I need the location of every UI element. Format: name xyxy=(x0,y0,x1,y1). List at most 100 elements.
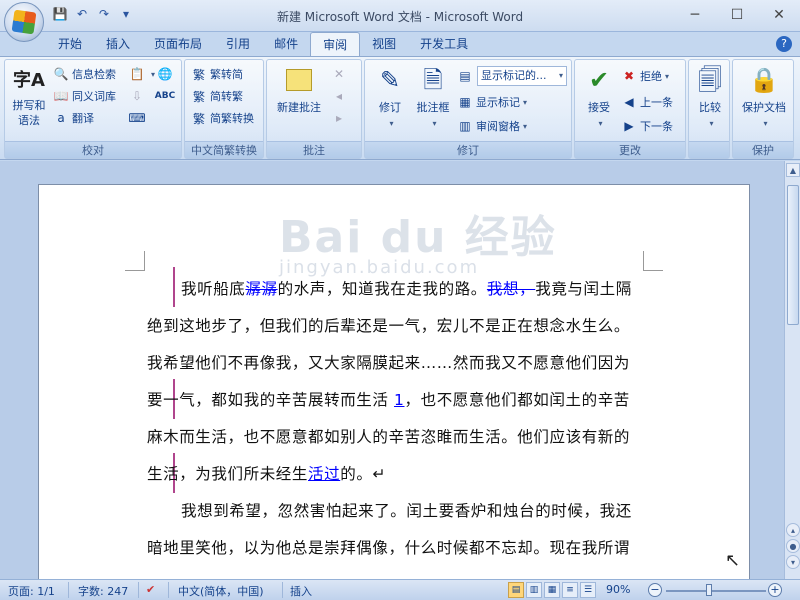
page-indicator[interactable]: 页面: 1/1 xyxy=(8,583,55,599)
group-comments: 新建批注 ✕ ◂ ▸ 批注 xyxy=(266,59,362,159)
track-changes-dropdown-icon[interactable]: ▾ xyxy=(389,116,393,131)
text-run: 的。↵ xyxy=(340,465,387,483)
word-count-button[interactable]: ABC xyxy=(155,86,176,106)
draft-view-icon[interactable]: ☰ xyxy=(580,582,596,598)
print-layout-view-icon[interactable]: ▤ xyxy=(508,582,524,598)
compare-icon: 🗐 xyxy=(698,65,722,94)
lock-icon: 🔒 xyxy=(749,65,779,94)
text-run: 麻木而生活，也不愿意都如别人的辛苦恣睢而生活。他们应该有新的 xyxy=(147,428,631,446)
web-layout-icon[interactable]: ▦ xyxy=(544,582,560,598)
text-run: 我听船底 xyxy=(181,280,246,298)
word-count-disabled-icon: ⇩ xyxy=(131,89,143,103)
reject-button[interactable]: ✖ 拒绝 ▾ xyxy=(621,66,669,86)
previous-comment-icon: ◂ xyxy=(335,89,343,103)
scroll-up-button[interactable]: ▲ xyxy=(786,163,800,177)
close-button[interactable]: ✕ xyxy=(758,0,800,30)
group-chinese-conversion: 繁繁转简 繁简转繁 繁简繁转换 中文简繁转换 xyxy=(184,59,264,159)
proofing-status-icon[interactable]: ✔ xyxy=(146,583,155,596)
text-run: 的水声，知道我在走我的路。 xyxy=(277,280,487,298)
track-changes-icon: ✎ xyxy=(379,65,401,94)
office-button[interactable] xyxy=(4,2,44,42)
zoom-slider-thumb[interactable] xyxy=(706,584,712,596)
tab-references[interactable]: 引用 xyxy=(214,32,262,56)
previous-page-button[interactable]: ▴ xyxy=(786,523,800,537)
help-icon[interactable]: ? xyxy=(776,36,792,52)
show-markup-button[interactable]: ▦ 显示标记 ▾ xyxy=(457,92,527,112)
document-page[interactable]: Bai du 经验 jingyan.baidu.com 我听船底潺潺的水声，知道… xyxy=(38,184,750,579)
accept-dropdown-icon[interactable]: ▾ xyxy=(598,116,602,131)
document-line[interactable]: 绝到这地步了，但我们的后辈还是一气，宏儿不是正在想念水生么。 xyxy=(147,314,630,336)
tab-view[interactable]: 视图 xyxy=(360,32,408,56)
research-button[interactable]: 🔍 信息检索 xyxy=(53,64,116,84)
status-separator xyxy=(168,582,169,598)
next-change-button[interactable]: ▶ 下一条 xyxy=(621,116,673,136)
title-bar: 💾 ↶ ↷ ▾ 新建 Microsoft Word 文档 - Microsoft… xyxy=(0,0,800,32)
accept-button[interactable]: ✔ 接受 ▾ xyxy=(579,64,619,131)
tab-page-layout[interactable]: 页面布局 xyxy=(142,32,214,56)
compare-button[interactable]: 🗐 比较 ▾ xyxy=(691,64,729,131)
previous-change-button[interactable]: ◀ 上一条 xyxy=(621,92,673,112)
reviewing-pane-icon: ▥ xyxy=(459,119,471,133)
full-screen-reading-icon[interactable]: ▥ xyxy=(526,582,542,598)
thesaurus-button[interactable]: 📖 同义词库 xyxy=(53,86,116,106)
vertical-scrollbar[interactable]: ▲ ▴ ● ▾ xyxy=(784,161,800,579)
traditional-to-simplified-button[interactable]: 繁繁转简 xyxy=(191,64,243,84)
translation-screentip-button[interactable]: 📋 ▾ xyxy=(129,64,156,84)
scroll-thumb[interactable] xyxy=(787,185,799,325)
status-separator xyxy=(138,582,139,598)
maximize-button[interactable]: ☐ xyxy=(716,0,758,30)
tab-mailings[interactable]: 邮件 xyxy=(262,32,310,56)
new-comment-icon xyxy=(283,64,315,96)
spelling-grammar-button[interactable]: 字A 拼写和 语法 xyxy=(7,64,51,128)
next-change-icon: ▶ xyxy=(624,119,634,133)
spelling-icon: 字A xyxy=(13,69,45,91)
balloons-button[interactable]: 🗎 批注框 ▾ xyxy=(411,64,455,131)
document-line[interactable]: 暗地里笑他，以为他总是崇拜偶像，什么时候都不忘却。现在我所谓 xyxy=(147,536,630,558)
chinese-conversion-button[interactable]: 繁简繁转换 xyxy=(191,108,254,128)
zoom-out-button[interactable]: − xyxy=(648,583,662,597)
status-separator xyxy=(68,582,69,598)
crop-mark-left xyxy=(125,251,145,271)
translate-icon: a xyxy=(57,111,65,125)
outline-view-icon[interactable]: ≡ xyxy=(562,582,578,598)
document-line[interactable]: 我想到希望，忽然害怕起来了。闰土要香炉和烛台的时候，我还 xyxy=(181,499,632,521)
simplified-to-traditional-button[interactable]: 繁简转繁 xyxy=(191,86,243,106)
document-line[interactable]: 麻木而生活，也不愿意都如别人的辛苦恣睢而生活。他们应该有新的 xyxy=(147,425,630,447)
track-changes-button[interactable]: ✎ 修订 ▾ xyxy=(369,64,411,131)
reviewing-pane-button[interactable]: ▥ 审阅窗格 ▾ xyxy=(457,116,527,136)
browse-object-button[interactable]: ● xyxy=(786,539,800,553)
translate-button[interactable]: a 翻译 xyxy=(53,108,94,128)
word-count[interactable]: 字数: 247 xyxy=(78,583,128,599)
research-icon: 🔍 xyxy=(53,67,69,81)
document-line[interactable]: 生活，为我们所未经生活过的。↵ xyxy=(147,462,386,484)
crop-mark-right xyxy=(643,251,663,271)
convert-simplified-icon: 繁 xyxy=(192,67,205,82)
set-language-button[interactable]: 🌐 xyxy=(157,64,176,84)
tab-insert[interactable]: 插入 xyxy=(94,32,142,56)
display-for-review-select[interactable]: 显示标记的... ▾ xyxy=(477,66,567,86)
document-line[interactable]: 我听船底潺潺的水声，知道我在走我的路。我想，我竟与闰土隔 xyxy=(181,277,632,299)
zoom-level[interactable]: 90% xyxy=(606,583,630,596)
document-line[interactable]: 要一气，都如我的辛苦展转而生活 1，也不愿意他们都如闰土的辛苦 xyxy=(147,388,630,410)
group-protect: 🔒 保护文档 ▾ 保护 xyxy=(732,59,794,159)
convert-icon: 繁 xyxy=(192,111,205,126)
text-run: 我希望他们不再像我，又大家隔膜起来……然而我又不愿意他们因为 xyxy=(147,354,631,372)
new-comment-button[interactable]: 新建批注 xyxy=(271,64,327,115)
protect-document-button[interactable]: 🔒 保护文档 ▾ xyxy=(735,64,793,131)
group-label-compare xyxy=(689,141,729,158)
display-for-review-icon: ▤ xyxy=(459,69,471,83)
next-page-button[interactable]: ▾ xyxy=(786,555,800,569)
tab-home[interactable]: 开始 xyxy=(46,32,94,56)
document-line[interactable]: 我希望他们不再像我，又大家隔膜起来……然而我又不愿意他们因为 xyxy=(147,351,630,373)
minimize-button[interactable]: ─ xyxy=(674,0,716,30)
balloons-dropdown-icon[interactable]: ▾ xyxy=(432,116,436,131)
zoom-in-button[interactable]: + xyxy=(768,583,782,597)
keyboard-icon[interactable]: ⌨ xyxy=(128,108,148,128)
mouse-pointer-icon: ↖ xyxy=(725,550,741,571)
zoom-slider-track[interactable] xyxy=(666,590,766,592)
language-indicator[interactable]: 中文(简体，中国) xyxy=(178,583,264,599)
tab-review[interactable]: 审阅 xyxy=(310,32,361,56)
insert-mode[interactable]: 插入 xyxy=(290,583,312,599)
tab-developer[interactable]: 开发工具 xyxy=(408,32,480,56)
office-logo-icon xyxy=(11,9,37,35)
